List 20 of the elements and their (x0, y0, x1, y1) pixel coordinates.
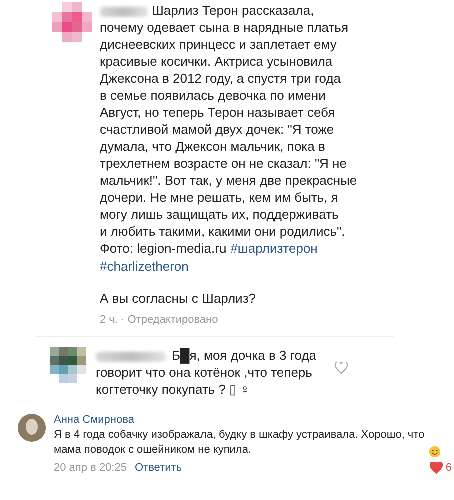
blurred-avatar (50, 347, 86, 383)
comment-text: Б█я, моя дочка в 3 года говорит что она котёнок ,что теперь когтеточку покупать ? ▯ ♀ (96, 347, 317, 398)
hashtag-link[interactable]: #charlizetheron (100, 258, 189, 276)
hashtag-link[interactable]: #шарлизтерон (230, 240, 318, 258)
blurred-avatar (52, 2, 92, 42)
photo-credit: Фото: legion-media.ru (100, 240, 227, 258)
heart-icon[interactable] (430, 462, 443, 474)
post-text: Шарлиз Терон рассказала, почему одевает сына в нарядные платья диснеевских принцесс и заплетает ему красивые косички. Актриса усыновила Джексона в 2012 году, а спустя три года в семье появилась девочка по имени Август, но теперь Терон называет себя счастливой мамой двух дочек: "Я тоже думала, что Джексон мальчик, пока в трехлетнем возрасте он не сказал: "Я не мальчик!". Вот так, у меня две прекрасные дочери. Не мне решать, кем им быть, я могу лишь защищать их, поддерживать и любить такими, какими они родились". (100, 2, 358, 240)
comment-text: Я в 4 года собачку изображала, будку в шкафу устраивала. Хорошо, что мама поводок с ошейником не купила. (54, 428, 425, 458)
smiley-icon (428, 446, 441, 458)
author-name[interactable]: Анна Смирнова (54, 414, 452, 426)
post-question: А вы согласны с Шарлиз? (100, 290, 258, 308)
like-count: 6 (446, 462, 452, 474)
reply-link[interactable]: Ответить (134, 462, 182, 474)
blurred-name (96, 352, 166, 362)
heart-icon[interactable] (334, 362, 348, 374)
comment-date: 20 апр в 20:25 (54, 462, 127, 474)
blurred-name (100, 6, 148, 17)
post-meta: 2 ч. · Отредактировано (100, 314, 220, 326)
avatar[interactable] (18, 414, 46, 442)
